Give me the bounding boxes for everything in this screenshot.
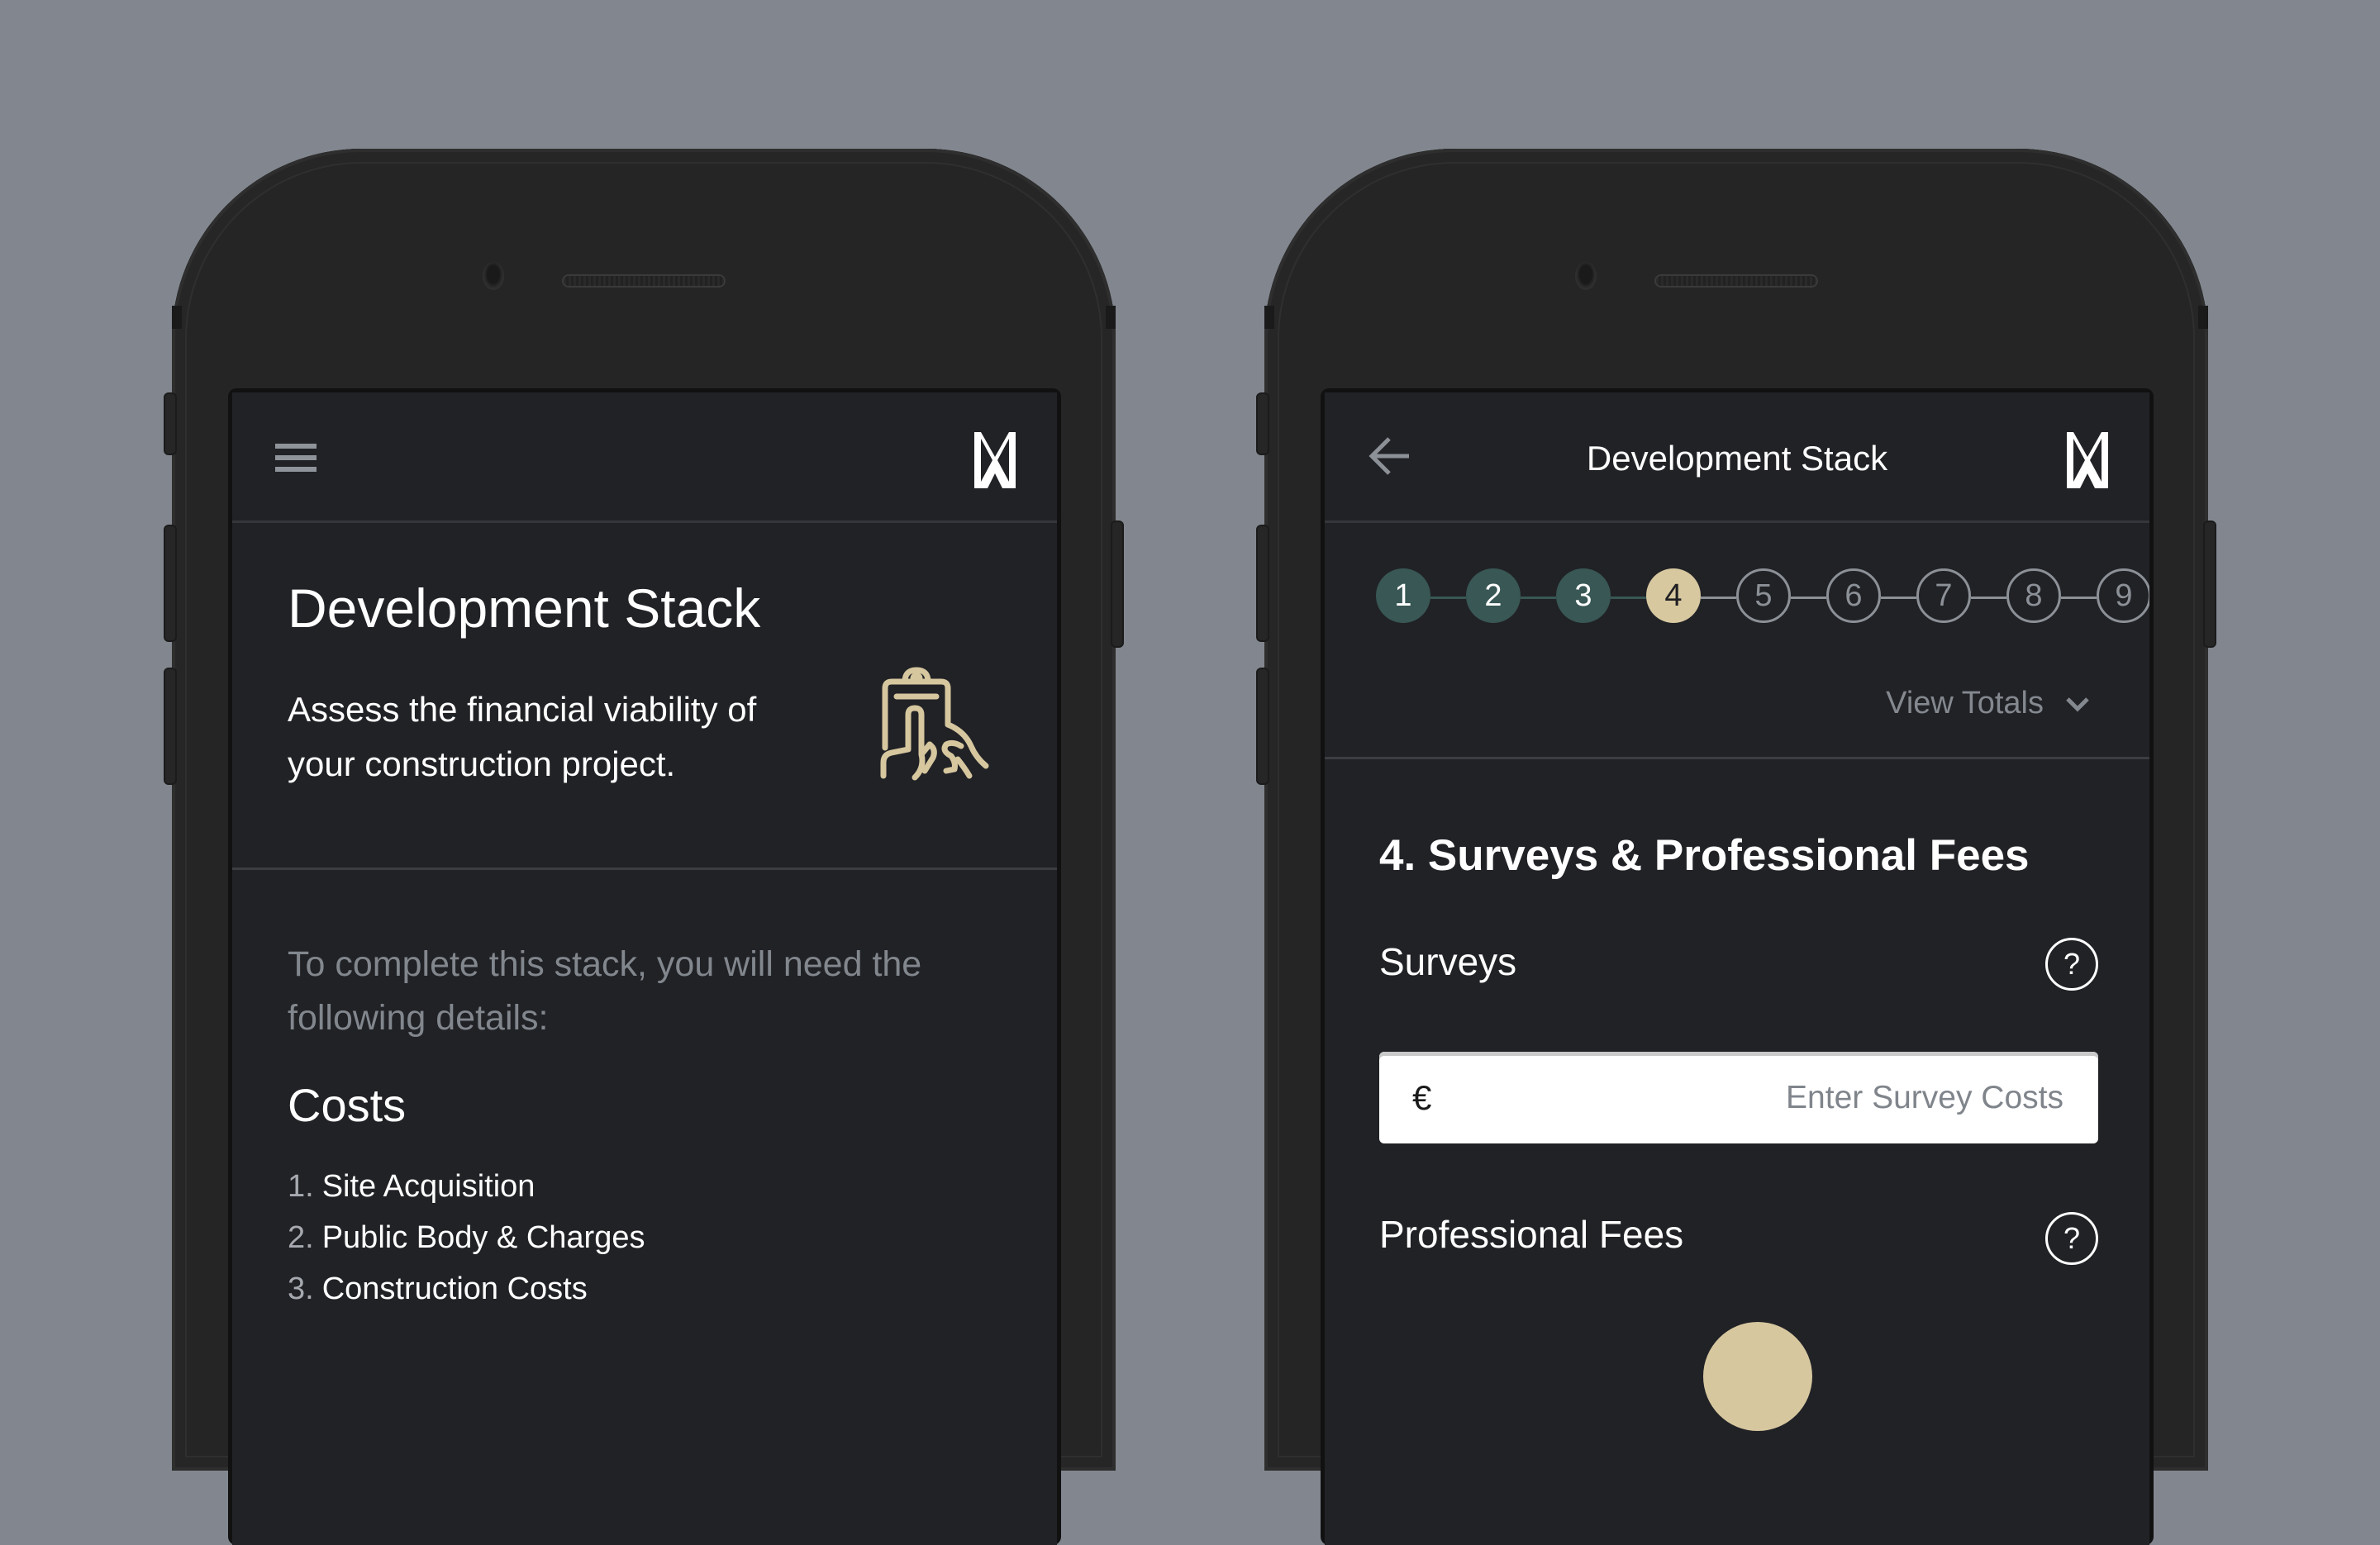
mute-switch <box>164 392 177 455</box>
step-1[interactable]: 1 <box>1376 568 1430 623</box>
intro-section: Development Stack Assess the financial v… <box>232 521 1057 870</box>
screen-bezel: Development Stack Assess the financial v… <box>228 388 1061 1545</box>
volume-up-button <box>164 525 177 642</box>
step-connector <box>1881 597 1916 599</box>
volume-down-button <box>1256 668 1269 785</box>
antenna-band <box>172 306 182 329</box>
step-3[interactable]: 3 <box>1556 568 1611 623</box>
step-7[interactable]: 7 <box>1916 568 1971 623</box>
list-label: Site Acquisition <box>321 1169 536 1204</box>
mute-switch <box>1256 392 1269 455</box>
step-4[interactable]: 4 <box>1646 568 1701 623</box>
antenna-band <box>1106 306 1116 329</box>
list-label: Construction Costs <box>321 1272 588 1306</box>
costs-list: 1. Site Acquisition 2. Public Body & Charg… <box>288 1161 645 1314</box>
back-arrow-icon[interactable] <box>1368 435 1414 477</box>
view-totals-label: View Totals <box>1886 686 2044 720</box>
step-connector <box>1701 597 1736 599</box>
antenna-band <box>1264 306 1274 329</box>
clipboard-hand-icon <box>880 667 989 781</box>
requirements-text: To complete this stack, you will need th… <box>288 944 922 1038</box>
brand-logo-icon[interactable] <box>2067 432 2108 488</box>
appbar-title: Development Stack <box>1586 439 1888 478</box>
section-heading: 4. Surveys & Professional Fees <box>1379 831 2030 880</box>
step-connector <box>1521 597 1556 599</box>
step-connector <box>1791 597 1826 599</box>
step-9[interactable]: 9 <box>2097 568 2149 623</box>
step-connector <box>1611 597 1646 599</box>
professional-fees-label: Professional Fees <box>1379 1213 1684 1256</box>
list-item: 1. Site Acquisition <box>288 1161 645 1212</box>
power-button <box>1111 521 1124 648</box>
screen-bezel: Development Stack 123456789 View Totals … <box>1321 388 2154 1545</box>
home-screen: Development Stack Assess the financial v… <box>232 392 1057 1545</box>
step-progress: 123456789 <box>1376 568 2149 626</box>
section-divider <box>1325 757 2149 759</box>
stack-step-screen: Development Stack 123456789 View Totals … <box>1325 392 2149 1545</box>
earpiece-speaker <box>562 274 726 288</box>
app-bar: Development Stack <box>1325 392 2149 523</box>
view-totals-toggle[interactable]: View Totals <box>1886 686 2090 721</box>
list-number: 1. <box>288 1169 314 1204</box>
list-number: 3. <box>288 1272 314 1306</box>
list-label: Public Body & Charges <box>321 1220 645 1255</box>
phone-frame-right: Development Stack 123456789 View Totals … <box>1256 149 2216 1545</box>
chevron-down-icon <box>2066 696 2089 712</box>
page-title: Development Stack <box>288 578 761 639</box>
front-camera <box>483 262 504 290</box>
professional-fees-help-button[interactable]: ? <box>2045 1212 2098 1265</box>
survey-costs-input[interactable] <box>1431 1078 2065 1117</box>
step-5[interactable]: 5 <box>1736 568 1791 623</box>
list-item: 3. Construction Costs <box>288 1263 645 1314</box>
list-number: 2. <box>288 1220 314 1255</box>
hamburger-icon[interactable] <box>275 444 317 473</box>
brand-logo-icon[interactable] <box>974 432 1016 488</box>
volume-down-button <box>164 668 177 785</box>
power-button <box>2203 521 2216 648</box>
phone-frame-left: Development Stack Assess the financial v… <box>164 149 1124 1545</box>
app-bar <box>232 392 1057 523</box>
step-8[interactable]: 8 <box>2006 568 2061 623</box>
surveys-input-container: € <box>1379 1052 2098 1143</box>
list-item: 2. Public Body & Charges <box>288 1212 645 1263</box>
surveys-label: Surveys <box>1379 940 1517 983</box>
antenna-band <box>2198 306 2208 329</box>
earpiece-speaker <box>1654 274 1818 288</box>
volume-up-button <box>1256 525 1269 642</box>
step-2[interactable]: 2 <box>1466 568 1521 623</box>
step-connector <box>2061 597 2097 599</box>
step-connector <box>1971 597 2006 599</box>
step-connector <box>1430 597 1466 599</box>
costs-heading: Costs <box>288 1079 407 1131</box>
currency-symbol: € <box>1412 1077 1432 1117</box>
step-6[interactable]: 6 <box>1826 568 1881 623</box>
surveys-help-button[interactable]: ? <box>2045 938 2098 991</box>
front-camera <box>1575 262 1597 290</box>
intro-description: Assess the financial viability of your c… <box>288 690 757 783</box>
